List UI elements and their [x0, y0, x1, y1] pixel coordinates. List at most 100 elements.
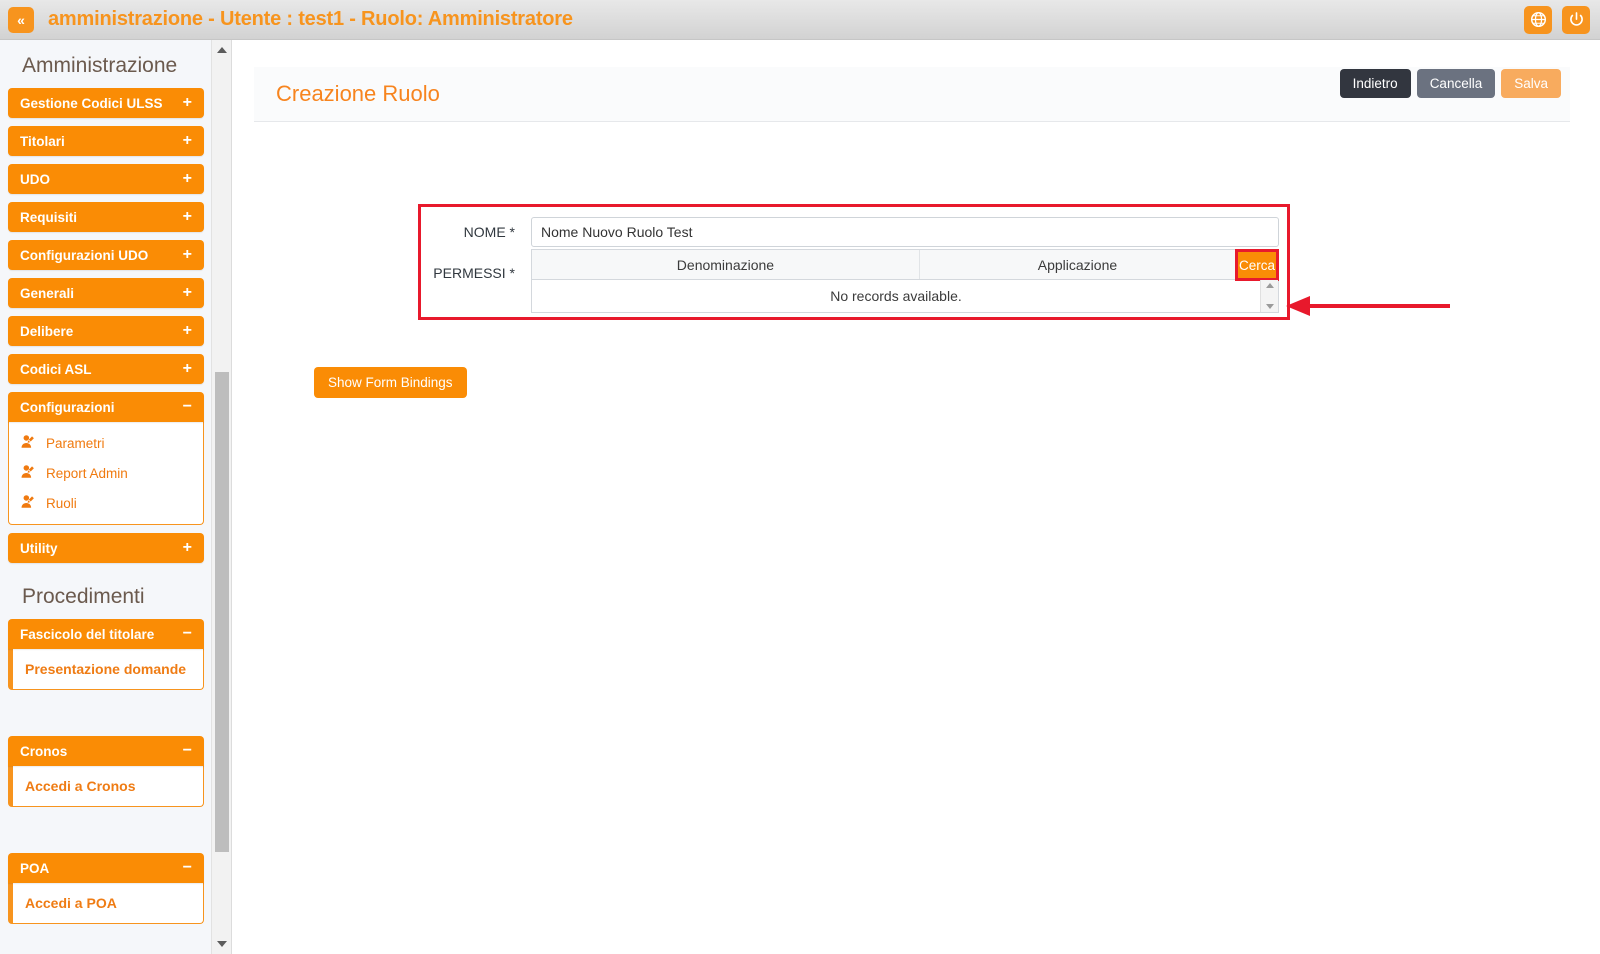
language-button[interactable] [1524, 5, 1552, 34]
sidebar-section-title-procedimenti: Procedimenti [22, 585, 145, 608]
scroll-up-button[interactable] [212, 40, 231, 60]
power-icon [1568, 11, 1585, 28]
logout-button[interactable] [1562, 5, 1590, 34]
sidebar-collapse-button[interactable]: « [8, 6, 34, 33]
sidebar-item-label: Report Admin [46, 465, 128, 481]
sidebar-group-udo: UDO + [8, 164, 204, 194]
sidebar-item-configurazioni[interactable]: Configurazioni − [8, 392, 204, 422]
sidebar-item-ruoli[interactable]: Ruoli [9, 488, 203, 518]
sidebar-item-titolari[interactable]: Titolari + [8, 126, 204, 156]
scrollbar-thumb[interactable] [215, 372, 229, 852]
sidebar-item-label: Gestione Codici ULSS [20, 95, 163, 111]
scroll-down-button[interactable] [212, 934, 231, 954]
sidebar-item-label: Codici ASL [20, 361, 92, 377]
role-creation-form: NOME * PERMESSI * Denominazione Applicaz… [418, 204, 1290, 320]
user-edit-icon [21, 494, 37, 512]
plus-icon: + [182, 539, 192, 556]
minus-icon: − [182, 859, 192, 876]
permessi-table-body: No records available. [532, 280, 1278, 312]
sidebar-item-utility[interactable]: Utility + [8, 533, 204, 563]
sidebar-item-label: UDO [20, 171, 50, 187]
plus-icon: + [182, 284, 192, 301]
sidebar-item-report-admin[interactable]: Report Admin [9, 458, 203, 488]
plus-icon: + [182, 94, 192, 111]
nome-input[interactable] [531, 217, 1279, 247]
sidebar-group-titolari: Titolari + [8, 126, 204, 156]
sidebar-item-label: Accedi a POA [25, 895, 117, 911]
sidebar-item-fascicolo-del-titolare[interactable]: Fascicolo del titolare − [8, 619, 204, 649]
nome-row: NOME * [421, 207, 1287, 249]
sidebar-group-gestione-codici-ulss: Gestione Codici ULSS + [8, 88, 204, 118]
chevron-double-left-icon: « [17, 11, 25, 28]
sidebar-item-presentazione-domande[interactable]: Presentazione domande [13, 655, 203, 683]
page-header: Creazione Ruolo Indietro Cancella Salva [254, 67, 1570, 122]
main-content: Creazione Ruolo Indietro Cancella Salva … [232, 40, 1600, 954]
sidebar-content: Amministrazione Gestione Codici ULSS + T… [0, 40, 212, 954]
column-header-denominazione: Denominazione [532, 250, 920, 279]
sidebar-group-delibere: Delibere + [8, 316, 204, 346]
sidebar-group-utility: Utility + [8, 533, 204, 563]
plus-icon: + [182, 208, 192, 225]
sidebar-group-configurazioni-udo: Configurazioni UDO + [8, 240, 204, 270]
plus-icon: + [182, 360, 192, 377]
sidebar-item-label: Parametri [46, 435, 105, 451]
permessi-scrollbar[interactable] [1260, 280, 1278, 312]
cancella-button[interactable]: Cancella [1416, 69, 1496, 98]
minus-icon: − [182, 742, 192, 759]
plus-icon: + [182, 322, 192, 339]
sidebar-item-parametri[interactable]: Parametri [9, 428, 203, 458]
sidebar-item-accedi-a-cronos[interactable]: Accedi a Cronos [13, 772, 203, 800]
sidebar-item-generali[interactable]: Generali + [8, 278, 204, 308]
app-title: amministrazione - Utente : test1 - Ruolo… [48, 8, 573, 30]
sidebar-item-requisiti[interactable]: Requisiti + [8, 202, 204, 232]
user-edit-icon [21, 464, 37, 482]
page-title: Creazione Ruolo [276, 81, 440, 106]
minus-icon: − [182, 625, 192, 642]
cerca-button[interactable]: Cerca [1235, 249, 1279, 281]
top-bar: « amministrazione - Utente : test1 - Ruo… [0, 0, 1600, 40]
sidebar-item-cronos[interactable]: Cronos − [8, 736, 204, 766]
sidebar-item-delibere[interactable]: Delibere + [8, 316, 204, 346]
sidebar-group-cronos: Cronos − Accedi a Cronos [8, 736, 204, 807]
sidebar-item-poa[interactable]: POA − [8, 853, 204, 883]
triangle-up-icon [217, 47, 227, 53]
sidebar-item-label: Ruoli [46, 495, 77, 511]
sidebar-group-codici-asl: Codici ASL + [8, 354, 204, 384]
sidebar-section-title-amministrazione: Amministrazione [22, 54, 178, 77]
annotation-arrow [1280, 296, 1450, 316]
indietro-button[interactable]: Indietro [1339, 69, 1411, 98]
triangle-down-icon [1265, 304, 1274, 309]
sidebar-item-label: Fascicolo del titolare [20, 626, 155, 642]
topbar-actions [1524, 5, 1590, 34]
sidebar-item-label: Utility [20, 540, 58, 556]
sidebar-group-generali: Generali + [8, 278, 204, 308]
sidebar-submenu-configurazioni: Parametri Report Admin Ruoli [8, 422, 204, 525]
sidebar-item-label: Accedi a Cronos [25, 778, 136, 794]
sidebar-submenu-fascicolo: Presentazione domande [8, 649, 204, 690]
sidebar-item-udo[interactable]: UDO + [8, 164, 204, 194]
sidebar-scrollbar[interactable] [211, 40, 231, 954]
sidebar-group-configurazioni: Configurazioni − Parametri Report Admin … [8, 392, 204, 525]
sidebar-item-codici-asl[interactable]: Codici ASL + [8, 354, 204, 384]
sidebar-item-label: Generali [20, 285, 75, 301]
sidebar-item-configurazioni-udo[interactable]: Configurazioni UDO + [8, 240, 204, 270]
sidebar-item-gestione-codici-ulss[interactable]: Gestione Codici ULSS + [8, 88, 204, 118]
user-edit-icon [21, 434, 37, 452]
permessi-table-header: Denominazione Applicazione Cerca [532, 249, 1279, 281]
permessi-label: PERMESSI * [433, 265, 515, 281]
sidebar-group-requisiti: Requisiti + [8, 202, 204, 232]
sidebar-item-label: Requisiti [20, 209, 78, 225]
sidebar-item-label: Cronos [20, 743, 68, 759]
plus-icon: + [182, 170, 192, 187]
show-form-bindings-button[interactable]: Show Form Bindings [314, 367, 467, 398]
column-header-applicazione: Applicazione [1037, 256, 1118, 273]
triangle-down-icon [217, 941, 227, 947]
page-action-buttons: Indietro Cancella Salva [1339, 69, 1561, 98]
sidebar-item-label: Configurazioni UDO [20, 247, 149, 263]
sidebar-item-label: POA [20, 860, 50, 876]
salva-button[interactable]: Salva [1501, 69, 1561, 98]
sidebar-item-accedi-a-poa[interactable]: Accedi a POA [13, 889, 203, 917]
sidebar-item-label: Delibere [20, 323, 74, 339]
